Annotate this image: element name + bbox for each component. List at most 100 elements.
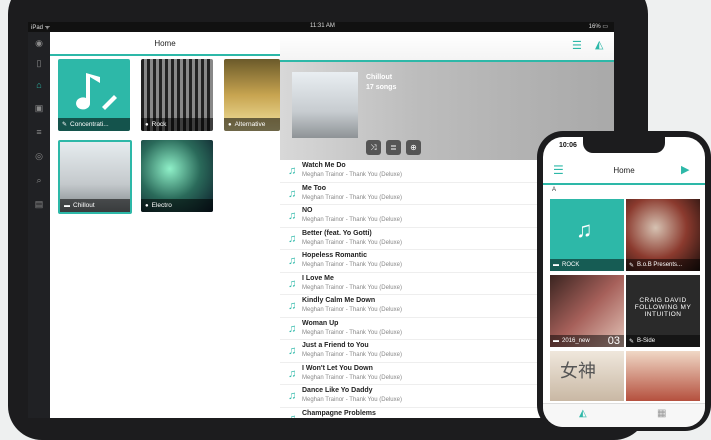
tile-label: B.o.B Presents... [637, 262, 683, 268]
song-title: Me Too [302, 184, 326, 192]
home-icon[interactable]: ⌂ [33, 79, 45, 91]
playlist-tile-electro[interactable]: ● Electro [141, 140, 213, 212]
music-note-icon: ♫ [288, 210, 297, 222]
playlist-tile-rock[interactable]: ● Rock [141, 59, 213, 131]
battery-label: 16% ▭ [588, 24, 608, 30]
account-icon[interactable]: ◉ [33, 37, 45, 49]
menu-icon[interactable]: ☰ [553, 163, 564, 177]
queue-add-button[interactable]: ≣ [386, 140, 401, 155]
list-view-icon[interactable]: ☰ [572, 39, 582, 52]
iphone-screen: 10:06 ☰ Home ▶ A ♫ ▬ ROCK ✎ B.o.B Presents… [543, 137, 705, 427]
folder-icon: ▬ [553, 338, 559, 344]
song-title: I Won't Let You Down [302, 364, 373, 372]
phone-tile-5[interactable]: 女神 [550, 351, 624, 401]
shuffle-icon: ⤨ [370, 142, 377, 152]
pencil-icon: ✎ [629, 338, 635, 345]
cover-text-2: 女神 [560, 361, 596, 381]
folder-icon: ▬ [553, 262, 559, 268]
radio-icon[interactable]: ◎ [33, 150, 45, 162]
pencil-icon: ✎ [629, 262, 635, 269]
music-note-icon: ♫ [288, 255, 297, 267]
song-artist: Meghan Trainor - Thank You (Deluxe) [302, 374, 402, 381]
play-icon[interactable]: ▶ [681, 163, 689, 176]
music-note-icon: ♫ [576, 217, 593, 242]
album-title: Chillout [366, 74, 393, 81]
album-cover [292, 72, 358, 138]
playlist-tile-chillout[interactable]: ▬ Chillout [58, 140, 132, 214]
tile-label: Alternative [234, 121, 266, 128]
song-artist: Meghan Trainor - Thank You (Deluxe) [302, 172, 402, 178]
ipad-screen: iPad ᯤ 11:31 AM 16% ▭ ◉ ▯ ⌂ ▣ ≡ ◎ ⌕ ▤ Ho… [28, 22, 614, 418]
cover-text: CRAIG DAVID FOLLOWING MY INTUITION [634, 297, 692, 318]
clipboard-icon[interactable]: ▤ [33, 198, 45, 210]
tile-number: 03 [607, 335, 620, 347]
song-artist: Meghan Trainor - Thank You (Deluxe) [302, 329, 402, 336]
song-artist: Meghan Trainor - Thank You (Deluxe) [302, 307, 402, 313]
tile-label: Chillout [73, 202, 95, 209]
library-tab-icon[interactable]: ▦ [657, 408, 666, 419]
song-artist: Meghan Trainor - Thank You (Deluxe) [302, 397, 402, 403]
disc-icon: ● [145, 202, 149, 209]
disc-icon: ● [228, 121, 232, 128]
music-note-icon: ♫ [288, 345, 297, 357]
page-title: Home [154, 38, 176, 48]
music-note-icon: ♫ [288, 165, 297, 177]
tile-label: Electro [151, 202, 172, 209]
pencil-icon: ✎ [62, 122, 68, 128]
playlist-header: ☰ ◭ [280, 32, 614, 62]
tile-label: Concentrati... [70, 121, 109, 128]
phone-tab-bar: ◭ ▦ [543, 403, 705, 427]
status-time: 11:31 AM [310, 23, 335, 29]
song-title: I Love Me [302, 274, 334, 282]
phone-time: 10:06 [559, 142, 577, 149]
queue-icon[interactable]: ≡ [33, 126, 45, 138]
song-artist: Meghan Trainor - Thank You (Deluxe) [302, 352, 402, 358]
search-icon[interactable]: ⌕ [33, 174, 45, 186]
tile-label: 2016_new [562, 338, 590, 344]
status-bar: iPad ᯤ 11:31 AM 16% ▭ [28, 22, 614, 32]
phone-tile-6[interactable] [626, 351, 700, 401]
home-panel: Home ✎ Concentrati... ● Rock ● Alternative … [50, 32, 280, 418]
phone-tile-bside[interactable]: CRAIG DAVID FOLLOWING MY INTUITION ✎ B-Si… [626, 275, 700, 347]
tablet-icon[interactable]: ▯ [33, 57, 45, 69]
song-artist: Meghan Trainor - Thank You (Deluxe) [302, 194, 402, 201]
song-title: Better (feat. Yo Gotti) [302, 229, 372, 237]
notch [583, 137, 665, 153]
song-title: NO [302, 207, 313, 214]
disc-icon: ● [145, 121, 149, 128]
home-tab-icon[interactable]: ◭ [579, 408, 587, 419]
song-artist: Meghan Trainor - Thank You (Deluxe) [302, 262, 402, 268]
playlist-tile-alternative[interactable]: ● Alternative [224, 59, 280, 131]
phone-header: ☰ Home ▶ [543, 157, 705, 185]
song-title: Woman Up [302, 319, 339, 327]
music-note-icon: ♫ [288, 413, 296, 419]
section-header: A [552, 187, 557, 193]
add-playlist-icon: ⊕ [410, 143, 417, 152]
phone-tile-rock[interactable]: ♫ ▬ ROCK [550, 199, 624, 271]
playlist-tile-concentration[interactable]: ✎ Concentrati... [58, 59, 130, 131]
music-note-icon: ♫ [288, 187, 297, 200]
download-icon[interactable]: ▣ [33, 102, 45, 114]
music-note-icon: ♫ [288, 232, 297, 245]
add-playlist-button[interactable]: ⊕ [406, 140, 421, 155]
song-artist: Meghan Trainor - Thank You (Deluxe) [302, 217, 402, 223]
music-note-icon: ♫ [288, 390, 297, 402]
tile-label: Rock [151, 121, 167, 128]
song-artist: Meghan Trainor - Thank You (Deluxe) [302, 284, 402, 291]
folder-icon: ▬ [64, 202, 70, 209]
song-title: Hopeless Romantic [302, 252, 367, 259]
phone-tile-bob[interactable]: ✎ B.o.B Presents... [626, 199, 700, 271]
song-title: Watch Me Do [302, 162, 346, 169]
song-count: 17 songs [366, 84, 397, 91]
music-note-icon: ♫ [288, 367, 297, 380]
music-note-icon: ♫ [288, 277, 297, 290]
music-note-icon: ♫ [288, 300, 297, 312]
song-title: Just a Friend to You [302, 342, 369, 349]
carrier-label: iPad ᯤ [31, 25, 51, 31]
app-logo-icon[interactable]: ◭ [595, 38, 603, 51]
phone-tile-2016new[interactable]: ▬ 2016_new 03 [550, 275, 624, 347]
tile-label: ROCK [562, 262, 580, 268]
home-header: Home [50, 32, 280, 56]
nav-rail: ◉ ▯ ⌂ ▣ ≡ ◎ ⌕ ▤ [28, 32, 50, 418]
shuffle-button[interactable]: ⤨ [366, 140, 381, 155]
